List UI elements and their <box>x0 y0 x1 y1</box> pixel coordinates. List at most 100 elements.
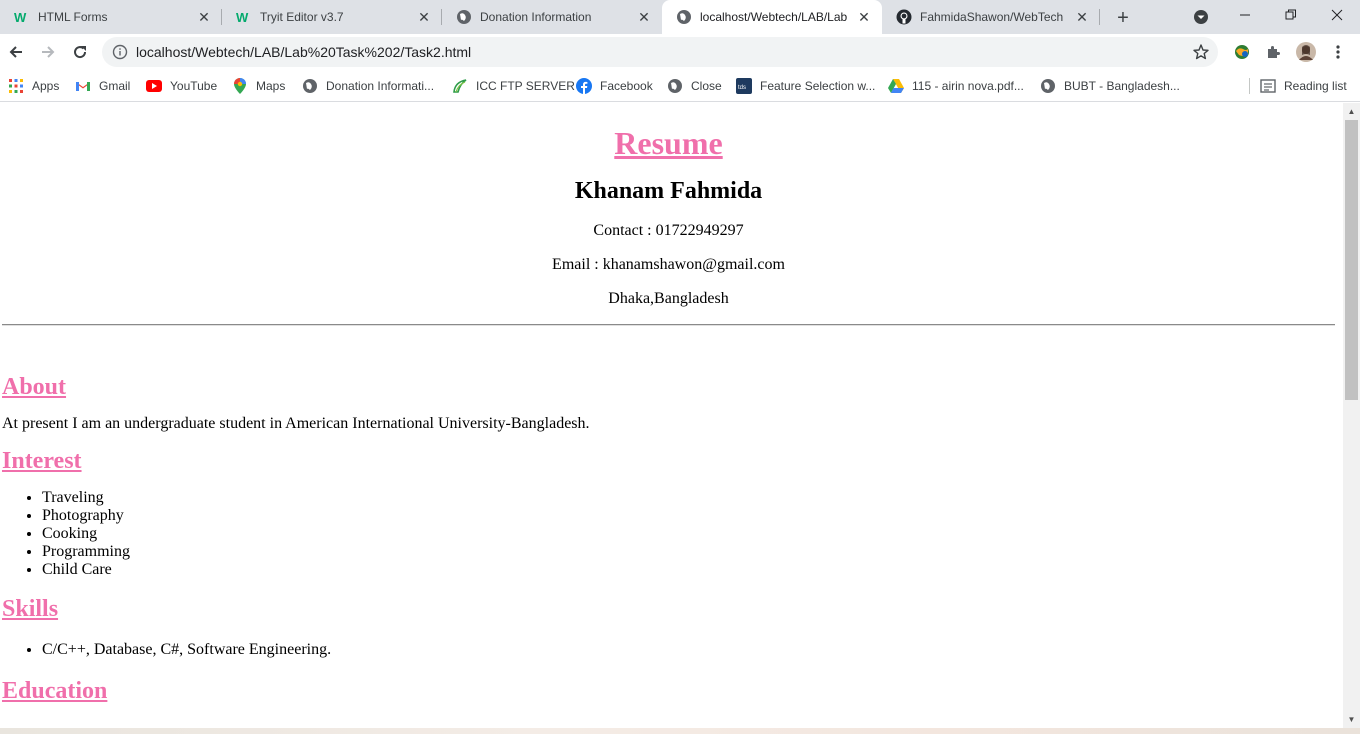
svg-text:W: W <box>14 10 27 24</box>
close-tab-icon[interactable]: ✕ <box>196 9 212 25</box>
profile-avatar[interactable] <box>1296 42 1316 62</box>
resume-page: Resume Khanam Fahmida Contact : 01722949… <box>0 123 1343 705</box>
about-text: At present I am an undergraduate student… <box>2 415 590 432</box>
interest-list: Traveling Photography Cooking Programmin… <box>2 489 1335 579</box>
extension-globe-icon[interactable] <box>1232 42 1252 62</box>
bookmark-star-icon[interactable] <box>1192 43 1210 61</box>
interest-heading: Interest <box>2 448 82 474</box>
tab-title: Tryit Editor v3.7 <box>260 10 344 24</box>
bookmarks-bar: Apps Gmail YouTube Maps Donation Informa… <box>0 70 1360 102</box>
education-heading: Education <box>2 678 108 704</box>
menu-kebab-icon[interactable] <box>1328 42 1348 62</box>
reload-button[interactable] <box>66 38 94 66</box>
bookmark-label: Feature Selection w... <box>760 79 876 93</box>
location-line: Dhaka,Bangladesh <box>608 290 729 307</box>
list-item: Traveling <box>42 489 1335 507</box>
tds-icon: tds <box>736 78 752 94</box>
horizontal-rule <box>2 324 1335 326</box>
scroll-up-arrow-icon[interactable]: ▲ <box>1343 103 1360 120</box>
bookmark-airin-nova-pdf[interactable]: 115 - airin nova.pdf... <box>888 76 1024 96</box>
google-drive-icon <box>888 78 904 94</box>
page-title: Resume <box>614 125 723 161</box>
email-line: Email : khanamshawon@gmail.com <box>552 256 785 273</box>
about-heading: About <box>2 374 67 400</box>
address-bar[interactable]: localhost/Webtech/LAB/Lab%20Task%202/Tas… <box>102 37 1218 67</box>
back-button[interactable] <box>2 38 30 66</box>
tab-title: Donation Information <box>480 10 592 24</box>
tab-title: HTML Forms <box>38 10 108 24</box>
tab-title: localhost/Webtech/LAB/Lab <box>700 10 848 24</box>
github-icon <box>896 9 912 25</box>
bookmark-label: 115 - airin nova.pdf... <box>912 79 1024 93</box>
bookmark-label: Close <box>691 79 722 93</box>
w3schools-icon: W <box>14 9 30 25</box>
bookmark-maps[interactable]: Maps <box>232 76 285 96</box>
page-viewport: Resume Khanam Fahmida Contact : 01722949… <box>0 103 1343 728</box>
gmail-icon <box>75 78 91 94</box>
bookmark-facebook[interactable]: Facebook <box>576 76 653 96</box>
new-tab-button[interactable]: + <box>1110 5 1136 31</box>
bookmark-label: Donation Informati... <box>326 79 435 93</box>
bookmark-label: Apps <box>32 79 60 93</box>
scroll-down-arrow-icon[interactable]: ▼ <box>1343 711 1360 728</box>
tab-tryit-editor[interactable]: W Tryit Editor v3.7 ✕ <box>222 0 442 34</box>
restore-button[interactable] <box>1268 0 1314 30</box>
icc-leaf-icon <box>452 78 468 94</box>
tab-search-icon[interactable] <box>1192 8 1210 26</box>
bookmark-feature-selection[interactable]: tds Feature Selection w... <box>736 76 875 96</box>
reading-list-label: Reading list <box>1284 79 1347 93</box>
tab-donation-information[interactable]: Donation Information ✕ <box>442 0 662 34</box>
list-item: Child Care <box>42 561 1335 579</box>
bookmark-close[interactable]: Close <box>667 76 722 96</box>
list-item: Cooking <box>42 525 1335 543</box>
close-window-button[interactable] <box>1314 0 1360 30</box>
list-item: Photography <box>42 507 1335 525</box>
tab-title: FahmidaShawon/WebTech <box>920 10 1064 24</box>
tab-localhost-active[interactable]: localhost/Webtech/LAB/Lab ✕ <box>662 0 882 34</box>
bookmark-gmail[interactable]: Gmail <box>75 76 130 96</box>
bookmark-label: Maps <box>256 79 286 93</box>
extensions-puzzle-icon[interactable] <box>1264 42 1284 62</box>
bookmark-youtube[interactable]: YouTube <box>146 76 217 96</box>
url-text: localhost/Webtech/LAB/Lab%20Task%202/Tas… <box>136 44 472 60</box>
close-tab-icon[interactable]: ✕ <box>416 9 432 25</box>
globe-icon <box>676 9 692 25</box>
contact-line: Contact : 01722949297 <box>593 222 744 239</box>
w3schools-icon: W <box>236 9 252 25</box>
site-info-icon[interactable] <box>112 44 128 60</box>
close-tab-icon[interactable]: ✕ <box>856 9 872 25</box>
reading-list-button[interactable]: Reading list <box>1260 76 1347 96</box>
globe-icon <box>667 78 683 94</box>
list-item: C/C++, Database, C#, Software Engineerin… <box>42 641 1335 659</box>
bookmark-bubt[interactable]: BUBT - Bangladesh... <box>1040 76 1180 96</box>
bookmark-label: Gmail <box>99 79 131 93</box>
bookmarks-divider <box>1249 78 1250 94</box>
bookmark-label: Facebook <box>600 79 653 93</box>
apps-grid-icon <box>8 78 24 94</box>
skills-heading: Skills <box>2 596 59 622</box>
globe-icon <box>302 78 318 94</box>
scrollbar-thumb[interactable] <box>1345 120 1358 400</box>
bookmark-icc-ftp-server[interactable]: ICC FTP SERVER <box>452 76 575 96</box>
youtube-icon <box>146 78 162 94</box>
forward-button[interactable] <box>34 38 62 66</box>
close-tab-icon[interactable]: ✕ <box>1074 9 1090 25</box>
bookmark-label: YouTube <box>170 79 218 93</box>
vertical-scrollbar[interactable]: ▲ ▼ <box>1343 103 1360 728</box>
globe-icon <box>1040 78 1056 94</box>
bookmark-apps[interactable]: Apps <box>8 76 59 96</box>
tab-html-forms[interactable]: W HTML Forms ✕ <box>0 0 222 34</box>
desktop-edge <box>0 728 1360 734</box>
maps-pin-icon <box>232 78 248 94</box>
tab-github-webtech[interactable]: FahmidaShawon/WebTech ✕ <box>882 0 1100 34</box>
close-tab-icon[interactable]: ✕ <box>636 9 652 25</box>
bookmark-label: BUBT - Bangladesh... <box>1064 79 1180 93</box>
person-name: Khanam Fahmida <box>574 178 763 204</box>
list-item: Programming <box>42 543 1335 561</box>
bookmark-donation-information[interactable]: Donation Informati... <box>302 76 434 96</box>
minimize-button[interactable] <box>1222 0 1268 30</box>
browser-toolbar: localhost/Webtech/LAB/Lab%20Task%202/Tas… <box>0 34 1360 70</box>
bookmark-label: ICC FTP SERVER <box>476 79 575 93</box>
reading-list-icon <box>1260 78 1276 94</box>
tab-strip: W HTML Forms ✕ W Tryit Editor v3.7 ✕ Don… <box>0 0 1360 34</box>
